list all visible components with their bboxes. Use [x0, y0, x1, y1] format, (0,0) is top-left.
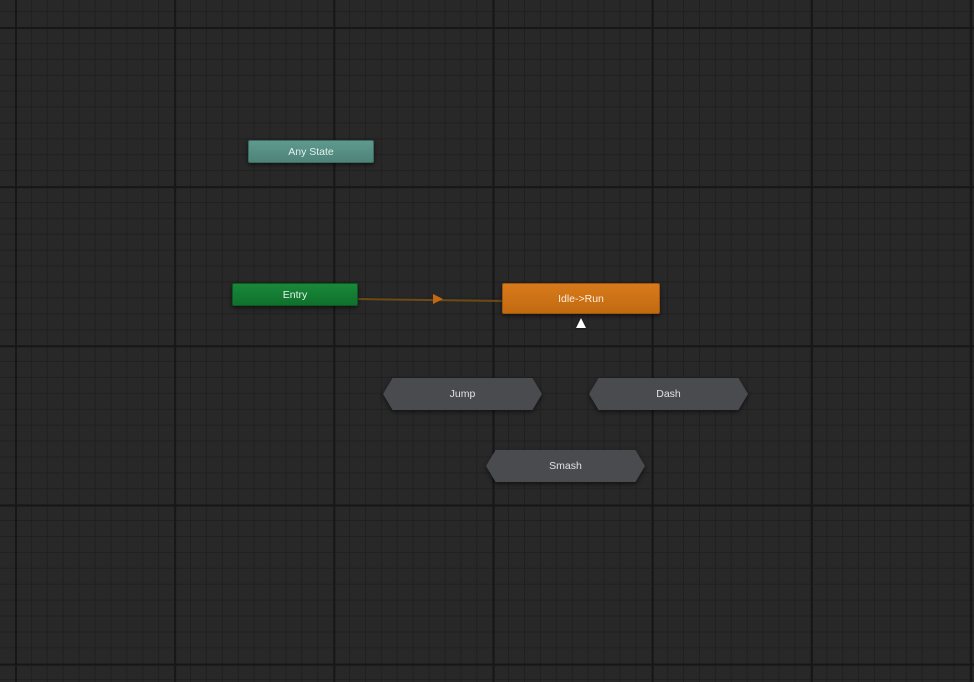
sub-state-machine-label: Dash	[656, 388, 681, 400]
any-state-label: Any State	[288, 145, 334, 158]
transition-entry-to-default[interactable]	[357, 298, 502, 303]
entry-node[interactable]: Entry	[232, 283, 358, 306]
sub-state-machine-dash[interactable]: Dash	[589, 378, 748, 410]
transition-arrow-icon[interactable]	[433, 294, 443, 304]
mouse-pointer-icon	[576, 318, 586, 328]
any-state-node[interactable]: Any State	[248, 140, 374, 163]
default-state-node[interactable]: Idle->Run	[502, 283, 660, 314]
entry-label: Entry	[282, 288, 308, 301]
sub-state-machine-label: Smash	[549, 460, 582, 472]
default-state-label: Idle->Run	[558, 292, 604, 305]
sub-state-machine-label: Jump	[449, 388, 476, 400]
sub-state-machine-jump[interactable]: Jump	[383, 378, 542, 410]
animator-graph-canvas[interactable]: Any State Entry Idle->Run Jump Dash Smas…	[0, 0, 974, 682]
sub-state-machine-smash[interactable]: Smash	[486, 450, 645, 482]
